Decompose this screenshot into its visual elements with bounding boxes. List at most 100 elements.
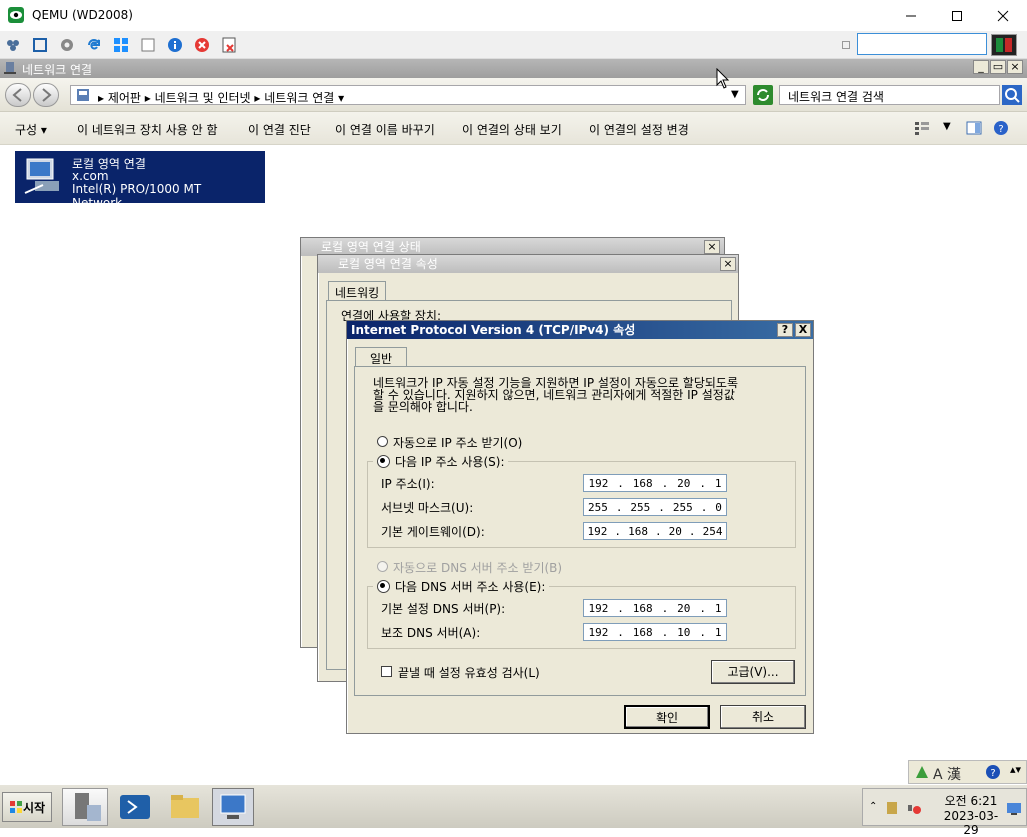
ip-octet[interactable]: 20 <box>677 602 690 615</box>
subnet-mask-field[interactable]: 255. 255. 255. 0 <box>583 498 727 516</box>
breadcrumb-path[interactable]: ▸ 제어판 ▸ 네트워크 및 인터넷 ▸ 네트워크 연결 ▾ <box>98 89 344 106</box>
network-connections-taskbar-button[interactable] <box>212 788 254 826</box>
langbar-options-icon[interactable]: ▴▾ <box>1010 763 1021 776</box>
help-button[interactable]: ? <box>777 323 793 337</box>
advanced-button[interactable]: 고급(V)... <box>711 660 795 684</box>
start-label[interactable]: 시작 <box>23 799 45 816</box>
ip-octet[interactable]: 20 <box>677 477 690 490</box>
host-search-input[interactable] <box>857 33 987 55</box>
ip-octet[interactable]: 168 <box>633 626 653 639</box>
info-icon[interactable] <box>166 36 184 54</box>
eject-icon[interactable] <box>220 36 238 54</box>
minimize-button[interactable] <box>888 0 934 31</box>
auto-ip-label[interactable]: 자동으로 IP 주소 받기(O) <box>393 434 522 451</box>
search-icon[interactable] <box>1002 85 1022 105</box>
fullscreen-icon[interactable] <box>31 36 49 54</box>
connection-domain: x.com <box>72 169 109 183</box>
guest-restore-button[interactable]: ▭ <box>990 60 1006 74</box>
chevron-down-icon[interactable]: ▼ <box>731 89 739 100</box>
preferred-dns-field[interactable]: 192. 168. 20. 1 <box>583 599 727 617</box>
status-dialog-close-button[interactable]: × <box>704 240 720 254</box>
auto-dns-label[interactable]: 자동으로 DNS 서버 주소 받기(B) <box>393 559 562 576</box>
ip-octet[interactable]: 168 <box>628 525 648 538</box>
ip-octet[interactable]: 1 <box>715 477 722 490</box>
ip-octet[interactable]: 0 <box>715 501 722 514</box>
settings-cluster-icon[interactable] <box>4 36 22 54</box>
show-desktop-icon[interactable] <box>1006 801 1022 817</box>
gateway-field[interactable]: 192. 168. 20. 254 <box>583 522 727 540</box>
ip-octet[interactable]: 255 <box>588 501 608 514</box>
ipv4-close-button[interactable]: X <box>795 323 811 337</box>
folder-icon[interactable] <box>168 792 202 822</box>
ip-octet[interactable]: 192 <box>588 602 608 615</box>
manual-ip-radio[interactable] <box>377 455 390 468</box>
validate-label[interactable]: 끝낼 때 설정 유효성 검사(L) <box>398 664 540 681</box>
ip-octet[interactable]: 168 <box>633 477 653 490</box>
ip-octet[interactable]: 1 <box>715 602 722 615</box>
ip-octet[interactable]: 10 <box>677 626 690 639</box>
tray-expand-icon[interactable]: ⌃ <box>869 801 877 812</box>
alternate-dns-field[interactable]: 192. 168. 10. 1 <box>583 623 727 641</box>
search-input[interactable]: 네트워크 연결 검색 <box>779 85 1000 105</box>
general-tab-panel: 네트워크가 IP 자동 설정 기능을 지원하면 IP 설정이 자동으로 할당되도… <box>354 366 806 696</box>
disable-device-button[interactable]: 이 네트워크 장치 사용 안 함 <box>77 121 218 138</box>
ime-mode[interactable]: A 漢 <box>933 764 961 784</box>
auto-dns-radio[interactable] <box>377 561 388 572</box>
rename-button[interactable]: 이 연결 이름 바꾸기 <box>335 121 435 138</box>
connection-item[interactable]: 로컬 영역 연결 x.com Intel(R) PRO/1000 MT Netw… <box>15 151 265 210</box>
action-center-icon[interactable] <box>885 801 899 815</box>
preview-pane-icon[interactable] <box>966 120 982 136</box>
refresh-icon[interactable] <box>753 85 773 105</box>
ip-octet[interactable]: 20 <box>669 525 682 538</box>
manual-dns-radio[interactable] <box>377 580 390 593</box>
windows-icon[interactable] <box>112 36 130 54</box>
ip-octet[interactable]: 192 <box>588 626 608 639</box>
help-icon[interactable]: ? <box>985 764 1001 780</box>
refresh-icon[interactable] <box>85 36 103 54</box>
forward-button[interactable] <box>33 83 59 107</box>
gear-icon[interactable] <box>58 36 76 54</box>
views-chevron-icon[interactable]: ▼ <box>943 121 951 132</box>
start-button[interactable]: 시작 <box>2 792 52 822</box>
maximize-button[interactable] <box>934 0 980 31</box>
back-button[interactable] <box>5 83 31 107</box>
guest-close-button[interactable]: × <box>1007 60 1023 74</box>
stop-icon[interactable] <box>193 36 211 54</box>
volume-muted-icon[interactable] <box>907 801 921 815</box>
manual-ip-label[interactable]: 다음 IP 주소 사용(S): <box>395 453 504 470</box>
breadcrumb-item[interactable]: 네트워크 및 인터넷 <box>155 91 251 105</box>
clock[interactable]: 오전 6:21 2023-03-29 <box>939 792 1003 837</box>
color-swatch-icon[interactable] <box>991 34 1017 56</box>
views-icon[interactable] <box>914 120 930 136</box>
ip-octet[interactable]: 255 <box>630 501 650 514</box>
document-icon[interactable] <box>139 36 157 54</box>
powershell-icon[interactable] <box>118 792 152 822</box>
ip-octet[interactable]: 255 <box>673 501 693 514</box>
organize-button[interactable]: 구성 ▾ <box>15 121 47 138</box>
breadcrumb-item[interactable]: 네트워크 연결 <box>264 91 334 105</box>
guest-minimize-button[interactable]: _ <box>973 60 989 74</box>
small-checkbox[interactable] <box>842 41 850 49</box>
diagnose-button[interactable]: 이 연결 진단 <box>248 121 311 138</box>
server-manager-icon[interactable] <box>62 788 108 826</box>
ip-octet[interactable]: 192 <box>588 525 608 538</box>
change-settings-button[interactable]: 이 연결의 설정 변경 <box>589 121 689 138</box>
ip-address-field[interactable]: 192. 168. 20. 1 <box>583 474 727 492</box>
ip-octet[interactable]: 254 <box>703 525 723 538</box>
breadcrumb-item[interactable]: 제어판 <box>108 91 141 105</box>
properties-dialog-close-button[interactable]: × <box>720 257 736 271</box>
close-button[interactable] <box>980 0 1026 31</box>
help-icon[interactable]: ? <box>993 120 1009 136</box>
manual-dns-label[interactable]: 다음 DNS 서버 주소 사용(E): <box>395 578 545 595</box>
validate-checkbox[interactable] <box>381 666 392 677</box>
breadcrumb[interactable]: ▸ 제어판 ▸ 네트워크 및 인터넷 ▸ 네트워크 연결 ▾ ▼ <box>70 85 746 105</box>
ip-octet[interactable]: 1 <box>715 626 722 639</box>
ip-octet[interactable]: 192 <box>588 477 608 490</box>
control-panel-icon <box>76 88 90 102</box>
view-status-button[interactable]: 이 연결의 상태 보기 <box>462 121 562 138</box>
ip-octet[interactable]: 168 <box>633 602 653 615</box>
ime-pad-icon[interactable] <box>914 764 930 780</box>
auto-ip-radio[interactable] <box>377 436 388 447</box>
cancel-button[interactable]: 취소 <box>720 705 806 729</box>
ok-button[interactable]: 확인 <box>624 705 710 729</box>
